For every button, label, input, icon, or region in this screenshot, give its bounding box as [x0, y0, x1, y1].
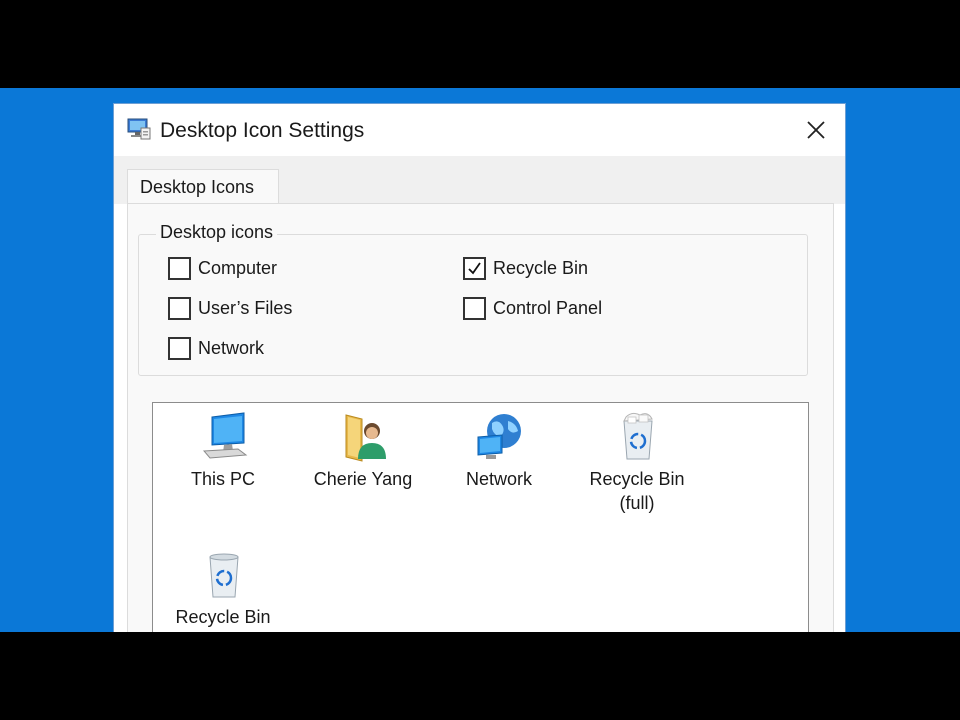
tab-label: Desktop Icons [140, 177, 255, 197]
icon-label: This PC [190, 469, 255, 489]
checkbox-label: Recycle Bin [493, 258, 589, 278]
list-item-user-folder[interactable]: Cherie Yang [293, 403, 433, 523]
tab-strip: Desktop Icons [114, 156, 845, 205]
list-item-network[interactable]: Network [429, 403, 569, 523]
title-bar[interactable]: Desktop Icon Settings [114, 104, 845, 156]
list-item-this-pc[interactable]: This PC [153, 403, 293, 523]
close-button[interactable] [787, 104, 845, 156]
checkbox-label: User’s Files [198, 298, 293, 318]
network-checkbox[interactable]: Network [168, 336, 368, 362]
this-pc-icon [202, 412, 248, 459]
monitor-settings-icon [127, 118, 151, 140]
icon-list[interactable]: This PC Cherie Yang Network Recycle Bin … [152, 402, 809, 632]
dialog-title: Desktop Icon Settings [160, 119, 365, 142]
icon-label: Recycle Bin [175, 607, 271, 627]
icon-label: Recycle Bin (full) [589, 469, 685, 513]
users-files-checkbox[interactable]: User’s Files [168, 296, 368, 322]
icon-label: Cherie Yang [313, 469, 413, 489]
checkbox-box [463, 257, 486, 280]
checkmark-icon [468, 262, 481, 275]
network-icon [477, 414, 521, 459]
checkbox-box [168, 257, 191, 280]
checkbox-label: Computer [198, 258, 278, 278]
icon-label: Network [465, 469, 532, 489]
desktop-icon-settings-dialog: Desktop Icon Settings Desktop Icons Desk… [113, 103, 846, 632]
checkbox-label: Control Panel [493, 298, 603, 318]
list-item-recycle-bin-full[interactable]: Recycle Bin (full) [567, 403, 707, 523]
desktop-background: Desktop Icon Settings Desktop Icons Desk… [0, 88, 960, 632]
tab-desktop-icons[interactable]: Desktop Icons [127, 169, 279, 205]
recycle-bin-checkbox[interactable]: Recycle Bin [463, 256, 663, 282]
user-folder-icon [345, 414, 386, 462]
recycle-bin-empty-icon [209, 553, 239, 598]
group-label: Desktop icons [156, 222, 278, 243]
list-item-recycle-bin-empty[interactable]: Recycle Bin [153, 541, 293, 632]
recycle-bin-full-icon [623, 412, 653, 460]
close-icon [807, 121, 825, 139]
computer-checkbox[interactable]: Computer [168, 256, 368, 282]
checkbox-box [168, 297, 191, 320]
checkbox-box [463, 297, 486, 320]
checkbox-box [168, 337, 191, 360]
checkbox-label: Network [198, 338, 265, 358]
control-panel-checkbox[interactable]: Control Panel [463, 296, 663, 322]
